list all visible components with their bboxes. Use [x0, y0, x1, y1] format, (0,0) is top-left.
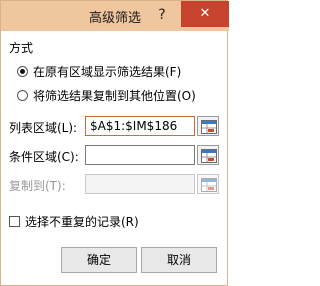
copy-to-label: 复制到(T):: [9, 179, 66, 193]
criteria-range-input[interactable]: [85, 145, 195, 165]
radio-show-in-place-label[interactable]: 在原有区域显示筛选结果(F): [33, 63, 181, 80]
list-range-label: 列表区域(L):: [9, 121, 78, 135]
copy-to-collapse-button: [197, 174, 219, 194]
help-icon[interactable]: ?: [153, 6, 171, 24]
radio-show-in-place[interactable]: 在原有区域显示筛选结果(F): [17, 63, 181, 79]
unique-records-label[interactable]: 选择不重复的记录(R): [25, 213, 139, 230]
range-select-icon: [201, 178, 217, 192]
mode-group-title: 方式: [9, 41, 34, 55]
radio-unselected-icon[interactable]: [17, 89, 28, 101]
radio-copy-to-location-label[interactable]: 将筛选结果复制到其他位置(O): [33, 87, 196, 104]
radio-copy-to-location[interactable]: 将筛选结果复制到其他位置(O): [17, 87, 196, 103]
copy-to-input: [85, 174, 195, 194]
list-range-input[interactable]: $A$1:$IM$186: [85, 116, 195, 136]
criteria-range-label: 条件区域(C):: [9, 150, 79, 164]
list-range-collapse-button[interactable]: [197, 116, 219, 136]
range-select-icon: [201, 120, 217, 134]
range-select-icon: [201, 149, 217, 163]
cancel-button[interactable]: 取消: [141, 247, 217, 273]
unique-records-checkbox[interactable]: [9, 215, 20, 227]
title-bar[interactable]: 高级筛选 ? ✕: [1, 1, 229, 31]
advanced-filter-dialog: 高级筛选 ? ✕ 方式 在原有区域显示筛选结果(F) 将筛选结果复制到其他位置(…: [0, 0, 229, 286]
close-icon[interactable]: ✕: [181, 1, 229, 27]
criteria-range-collapse-button[interactable]: [197, 145, 219, 165]
unique-records-checkbox-row[interactable]: 选择不重复的记录(R): [9, 213, 139, 229]
ok-button[interactable]: 确定: [61, 247, 137, 273]
radio-selected-icon[interactable]: [17, 65, 28, 77]
